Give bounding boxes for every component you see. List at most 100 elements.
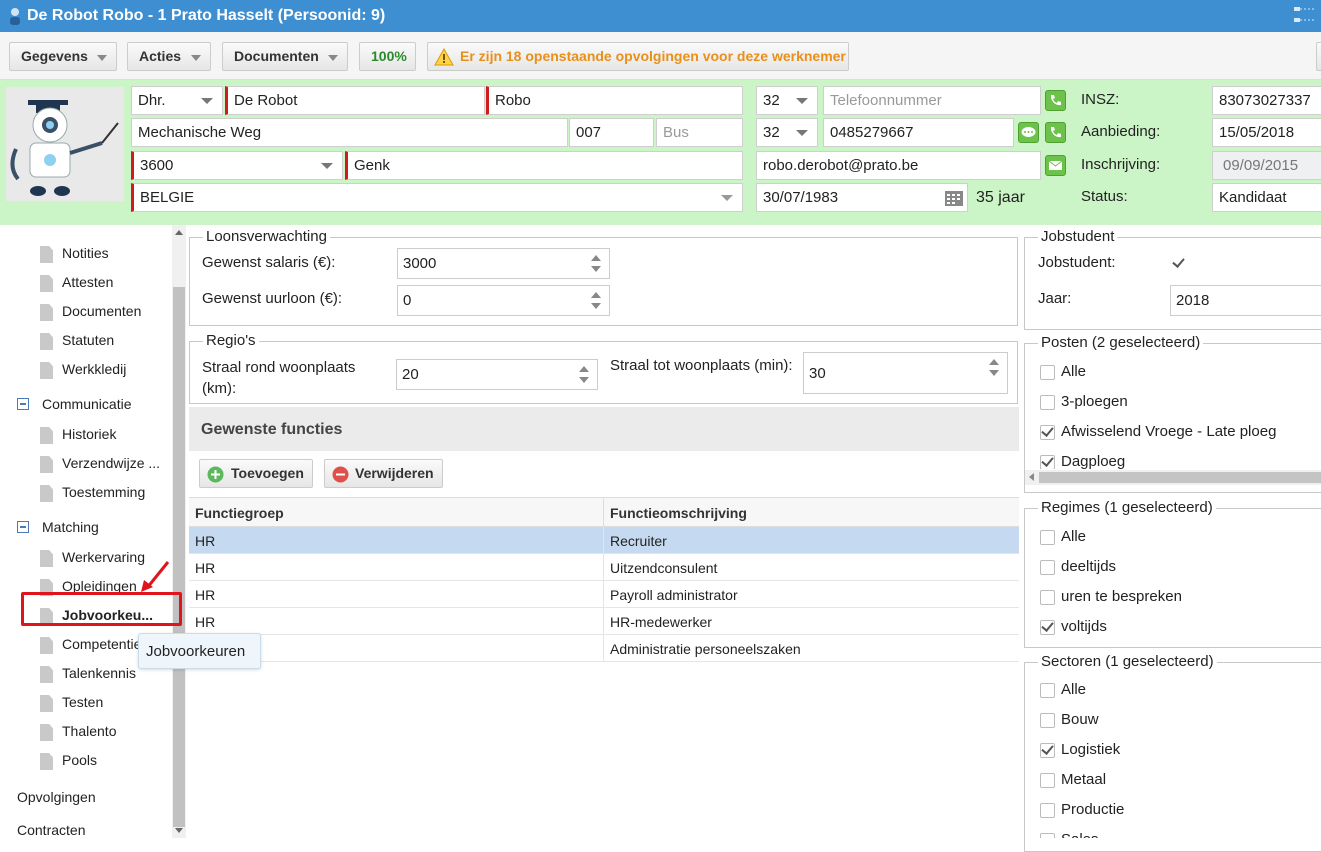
checkbox[interactable]: [1040, 454, 1055, 469]
sectoren-option[interactable]: Sales: [1036, 830, 1316, 838]
documenten-menu-button[interactable]: Documenten: [222, 42, 348, 71]
first-name-field[interactable]: Robo: [486, 86, 743, 115]
street-field[interactable]: Mechanische Weg: [131, 118, 568, 147]
sidebar-group-matching[interactable]: Matching: [0, 515, 170, 541]
table-row[interactable]: HR HR-medewerker: [189, 608, 1019, 635]
col-functiegroep[interactable]: Functiegroep: [195, 505, 284, 521]
checkbox[interactable]: [1040, 683, 1055, 698]
sidebar-item-matching-5[interactable]: Testen: [0, 690, 170, 716]
sidebar-item-communicatie-0[interactable]: Historiek: [0, 422, 170, 448]
sectoren-option[interactable]: Bouw: [1036, 710, 1316, 732]
insz-field[interactable]: 83073027337: [1212, 86, 1321, 115]
last-name-field[interactable]: De Robot: [225, 86, 485, 115]
regimes-option[interactable]: deeltijds: [1036, 557, 1316, 579]
checkbox[interactable]: [1040, 365, 1055, 380]
sidebar-item-communicatie-2[interactable]: Toestemming: [0, 480, 170, 506]
jobstudent-checkbox[interactable]: [1172, 255, 1187, 272]
follow-up-alert-button[interactable]: Er zijn 18 openstaande opvolgingen voor …: [427, 42, 849, 71]
sidebar-item-4[interactable]: Werkkledij: [0, 357, 170, 383]
table-row[interactable]: HR Uitzendconsulent: [189, 554, 1019, 581]
sidebar-item-contracten[interactable]: Contracten: [0, 818, 170, 844]
house-number-field[interactable]: 007: [569, 118, 654, 147]
toolbar-overflow-button[interactable]: [1316, 42, 1321, 71]
sectoren-option[interactable]: Productie: [1036, 800, 1316, 822]
straal-min-input[interactable]: 30: [803, 352, 1008, 394]
collapse-icon[interactable]: [17, 521, 29, 533]
checkbox[interactable]: [1040, 530, 1055, 545]
sidebar-item-opvolgingen[interactable]: Opvolgingen: [0, 785, 170, 811]
email-field[interactable]: robo.derobot@prato.be: [756, 151, 1041, 180]
sms-button[interactable]: [1018, 122, 1039, 143]
status-select[interactable]: Kandidaat: [1212, 183, 1321, 212]
sidebar-item-communicatie-1[interactable]: Verzendwijze ...: [0, 451, 170, 477]
checkbox[interactable]: [1040, 773, 1055, 788]
scrollbar-thumb[interactable]: [173, 287, 185, 827]
posten-option[interactable]: 3-ploegen: [1036, 392, 1316, 414]
sectoren-option[interactable]: Alle: [1036, 680, 1316, 702]
posten-option[interactable]: Dagploeg: [1036, 452, 1316, 469]
table-row[interactable]: Administratie personeelszaken: [189, 635, 1019, 662]
sidebar-item-3[interactable]: Statuten: [0, 328, 170, 354]
sectoren-option[interactable]: Logistiek: [1036, 740, 1316, 762]
checkbox[interactable]: [1040, 560, 1055, 575]
posten-hscroll-thumb[interactable]: [1039, 472, 1321, 483]
checkbox[interactable]: [1040, 833, 1055, 838]
posten-hscrollbar[interactable]: [1025, 470, 1321, 485]
checkbox[interactable]: [1040, 619, 1055, 635]
checkbox[interactable]: [1040, 590, 1055, 605]
sidebar-item-matching-7[interactable]: Pools: [0, 748, 170, 774]
checkbox[interactable]: [1040, 803, 1055, 818]
gewenst-salaris-input[interactable]: 3000: [397, 248, 610, 279]
tree-view-icon[interactable]: [1294, 6, 1314, 24]
verwijderen-button[interactable]: Verwijderen: [324, 459, 443, 488]
title-select[interactable]: Dhr.: [131, 86, 223, 115]
posten-option[interactable]: Afwisselend Vroege - Late ploeg: [1036, 422, 1316, 444]
spinner-icon[interactable]: [989, 359, 999, 376]
sidebar-scrollbar[interactable]: [172, 225, 186, 838]
col-functieomschrijving[interactable]: Functieomschrijving: [610, 505, 747, 521]
regimes-option[interactable]: uren te bespreken: [1036, 587, 1316, 609]
posten-option[interactable]: Alle: [1036, 362, 1316, 384]
sectoren-option[interactable]: Metaal: [1036, 770, 1316, 792]
acties-menu-button[interactable]: Acties: [127, 42, 211, 71]
city-field[interactable]: Genk: [345, 151, 743, 180]
call-mobile-button[interactable]: [1045, 122, 1066, 143]
phone-field[interactable]: Telefoonnummer: [823, 86, 1041, 115]
checkbox[interactable]: [1040, 742, 1055, 758]
calendar-icon[interactable]: [945, 189, 963, 206]
sidebar-item-matching-6[interactable]: Thalento: [0, 719, 170, 745]
send-email-button[interactable]: [1045, 155, 1066, 176]
aanbieding-date-field[interactable]: 15/05/2018: [1212, 118, 1321, 147]
regimes-option[interactable]: voltijds: [1036, 617, 1316, 639]
sidebar-item-1[interactable]: Attesten: [0, 270, 170, 296]
completeness-badge[interactable]: 100%: [359, 42, 416, 71]
collapse-icon[interactable]: [17, 398, 29, 410]
scroll-down-icon[interactable]: [175, 828, 183, 833]
call-phone-button[interactable]: [1045, 90, 1066, 111]
mobile-prefix-select[interactable]: 32: [756, 118, 818, 147]
mobile-field[interactable]: 0485279667: [823, 118, 1014, 147]
country-select[interactable]: BELGIE: [131, 183, 743, 212]
checkbox[interactable]: [1040, 395, 1055, 410]
scroll-up-icon[interactable]: [175, 230, 183, 235]
scroll-left-icon[interactable]: [1029, 473, 1034, 481]
spinner-icon[interactable]: [591, 292, 601, 309]
gegevens-menu-button[interactable]: Gegevens: [9, 42, 117, 71]
sidebar-item-2[interactable]: Documenten: [0, 299, 170, 325]
birthdate-field[interactable]: 30/07/1983: [756, 183, 968, 212]
toevoegen-button[interactable]: Toevoegen: [199, 459, 313, 488]
phone-prefix-select[interactable]: 32: [756, 86, 818, 115]
bus-field[interactable]: Bus: [656, 118, 743, 147]
straal-km-input[interactable]: 20: [396, 359, 598, 390]
sidebar-item-0[interactable]: Notities: [0, 241, 170, 267]
spinner-icon[interactable]: [591, 255, 601, 272]
checkbox[interactable]: [1040, 713, 1055, 728]
jaar-input[interactable]: 2018: [1170, 285, 1321, 316]
table-row[interactable]: HR Recruiter: [189, 527, 1019, 554]
sidebar-group-communicatie[interactable]: Communicatie: [0, 392, 170, 418]
checkbox[interactable]: [1040, 424, 1055, 440]
spinner-icon[interactable]: [579, 366, 589, 383]
postcode-select[interactable]: 3600: [131, 151, 343, 180]
gewenst-uurloon-input[interactable]: 0: [397, 285, 610, 316]
regimes-option[interactable]: Alle: [1036, 527, 1316, 549]
